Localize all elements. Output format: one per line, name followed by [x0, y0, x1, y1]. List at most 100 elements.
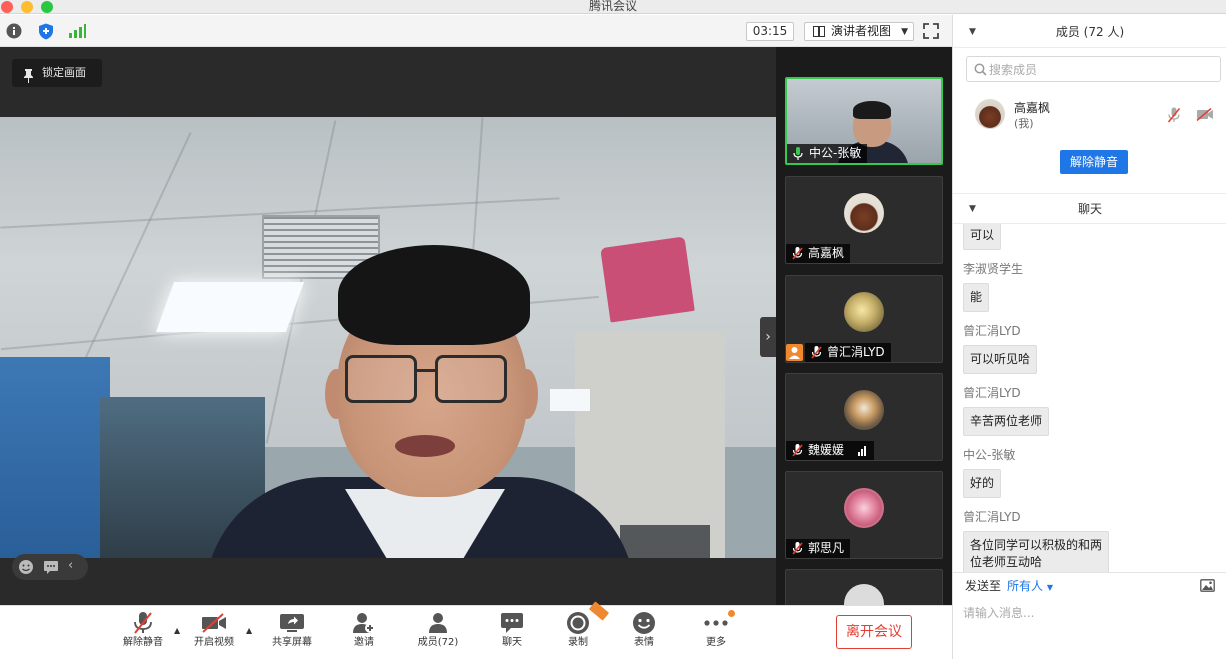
record-button[interactable]: 录制 — [548, 601, 610, 656]
record-icon — [567, 612, 589, 634]
security-shield-icon[interactable] — [37, 22, 55, 40]
mic-muted-icon — [134, 612, 152, 634]
meeting-info-icon[interactable] — [5, 22, 23, 40]
main-video-stage: 锁定画面 ‹ › — [0, 47, 776, 605]
chat-sender: 曾汇涓LYD — [963, 324, 1021, 338]
audio-options-caret[interactable]: ▲ — [174, 626, 180, 635]
send-to-target-select[interactable]: 所有人 ▼ — [1007, 579, 1053, 593]
chat-message: 李淑贤学生 能 — [953, 260, 1226, 312]
video-options-caret[interactable]: ▲ — [246, 626, 252, 635]
chat-message: 曾汇涓LYD 各位同学可以积极的和两位老师互动哈 — [953, 508, 1226, 572]
fullscreen-button[interactable] — [922, 22, 942, 41]
participant-tile[interactable] — [785, 569, 943, 605]
members-icon — [429, 613, 447, 633]
add-user-icon — [353, 613, 375, 633]
participant-namebar: 郭思凡 — [786, 539, 851, 558]
chat-bubble: 辛苦两位老师 — [963, 407, 1050, 436]
unmute-button[interactable]: 解除静音 — [113, 610, 173, 656]
pin-view-button[interactable]: 锁定画面 — [12, 59, 102, 87]
quick-action-bar: ‹ — [12, 554, 88, 580]
meeting-timer: 03:15 — [746, 22, 794, 41]
chat-message-input[interactable] — [963, 603, 1213, 623]
member-name: 高嘉枫 — [1014, 101, 1051, 115]
send-to-label: 发送至 — [965, 579, 1002, 593]
image-upload-icon[interactable] — [1200, 579, 1215, 595]
avatar — [844, 292, 884, 332]
start-video-button[interactable]: 开启视频 — [184, 610, 244, 656]
participant-tile[interactable]: 魏媛媛 — [785, 373, 943, 461]
search-input[interactable] — [989, 61, 1209, 78]
chat-button[interactable]: 聊天 — [482, 610, 542, 656]
participant-tile[interactable]: 曾汇涓LYD — [785, 275, 943, 363]
more-button[interactable]: 更多 — [686, 610, 746, 656]
more-dots-icon — [704, 620, 728, 626]
layout-icon — [813, 26, 825, 37]
chat-sender: 李淑贤学生 — [963, 262, 1024, 276]
participant-namebar: 中公-张敏 — [787, 144, 868, 163]
avatar — [844, 390, 884, 430]
emoji-icon — [633, 612, 655, 634]
participant-name: 曾汇涓LYD — [827, 345, 885, 359]
view-mode-select[interactable]: 演讲者视图 ▼ — [804, 22, 914, 41]
chat-message: 曾汇涓LYD 辛苦两位老师 — [953, 384, 1226, 436]
fullscreen-icon — [923, 23, 939, 39]
chevron-right-icon: › — [765, 329, 771, 345]
participant-namebar: 魏媛媛 — [786, 441, 875, 460]
participant-name: 魏媛媛 — [808, 443, 845, 457]
members-section-header[interactable]: ▼ 成员 (72 人) — [953, 17, 1226, 48]
collapse-triangle-icon: ▼ — [969, 27, 976, 37]
invite-button[interactable]: 邀请 — [334, 610, 394, 656]
chat-bubble: 好的 — [963, 469, 1002, 498]
share-screen-icon — [280, 614, 304, 632]
participant-tile[interactable]: 中公-张敏 — [785, 77, 943, 165]
new-badge-icon — [588, 601, 610, 621]
leave-meeting-button[interactable]: 离开会议 — [836, 615, 912, 649]
participant-namebar: 曾汇涓LYD — [805, 343, 891, 362]
search-icon — [974, 63, 987, 79]
pin-icon — [23, 66, 34, 94]
camera-off-icon — [202, 613, 226, 633]
chat-message: 可以 — [953, 224, 1226, 250]
participant-name: 高嘉枫 — [808, 246, 845, 260]
pin-view-label: 锁定画面 — [42, 66, 86, 79]
chat-icon — [501, 613, 523, 633]
participant-gallery: 中公-张敏 高嘉枫 曾汇涓LYD 魏媛媛 郭思凡 — [776, 47, 952, 605]
camera-off-icon[interactable] — [1196, 107, 1214, 124]
chat-message-list[interactable]: 可以 李淑贤学生 能 曾汇涓LYD 可以听见哈 曾汇涓LYD 辛苦两位老师 中公… — [953, 224, 1226, 572]
network-signal-icon[interactable] — [68, 22, 86, 40]
window-title: 腾讯会议 — [588, 0, 637, 13]
chat-bubble: 能 — [963, 283, 990, 312]
chat-bubble: 可以听见哈 — [963, 345, 1038, 374]
avatar — [844, 584, 884, 605]
reactions-button[interactable]: 表情 — [614, 610, 674, 656]
member-search[interactable] — [966, 56, 1221, 82]
mic-muted-icon — [792, 542, 803, 558]
avatar — [975, 99, 1005, 129]
mic-muted-icon[interactable] — [1167, 107, 1181, 126]
gallery-collapse-toggle[interactable]: › — [760, 317, 776, 357]
unmute-self-button[interactable]: 解除静音 — [1060, 150, 1128, 174]
chevron-left-icon[interactable]: ‹ — [68, 558, 73, 573]
collapse-triangle-icon: ▼ — [969, 204, 976, 214]
chat-sender: 曾汇涓LYD — [963, 386, 1021, 400]
participant-tile[interactable]: 郭思凡 — [785, 471, 943, 559]
chat-bubble-icon[interactable] — [43, 559, 59, 578]
send-to-row: 发送至 所有人 ▼ — [965, 577, 1053, 594]
chat-section-header[interactable]: ▼ 聊天 — [953, 193, 1226, 224]
emoji-icon[interactable] — [18, 559, 34, 578]
chat-sender: 中公-张敏 — [963, 448, 1016, 462]
chat-sender: 曾汇涓LYD — [963, 510, 1021, 524]
notification-dot-icon — [728, 610, 735, 617]
members-button[interactable]: 成员(72) — [408, 610, 468, 656]
chat-message: 中公-张敏 好的 — [953, 446, 1226, 498]
signal-strength-icon — [858, 446, 867, 456]
participant-tile[interactable]: 高嘉枫 — [785, 176, 943, 264]
participant-name: 中公-张敏 — [809, 146, 862, 160]
share-screen-button[interactable]: 共享屏幕 — [262, 610, 322, 656]
chat-message: 曾汇涓LYD 可以听见哈 — [953, 322, 1226, 374]
speaker-video — [0, 117, 776, 558]
chevron-down-icon: ▼ — [1046, 583, 1054, 592]
mic-muted-icon — [792, 247, 803, 263]
member-row-self[interactable]: 高嘉枫 (我) — [953, 95, 1226, 135]
mic-muted-icon — [811, 346, 822, 362]
